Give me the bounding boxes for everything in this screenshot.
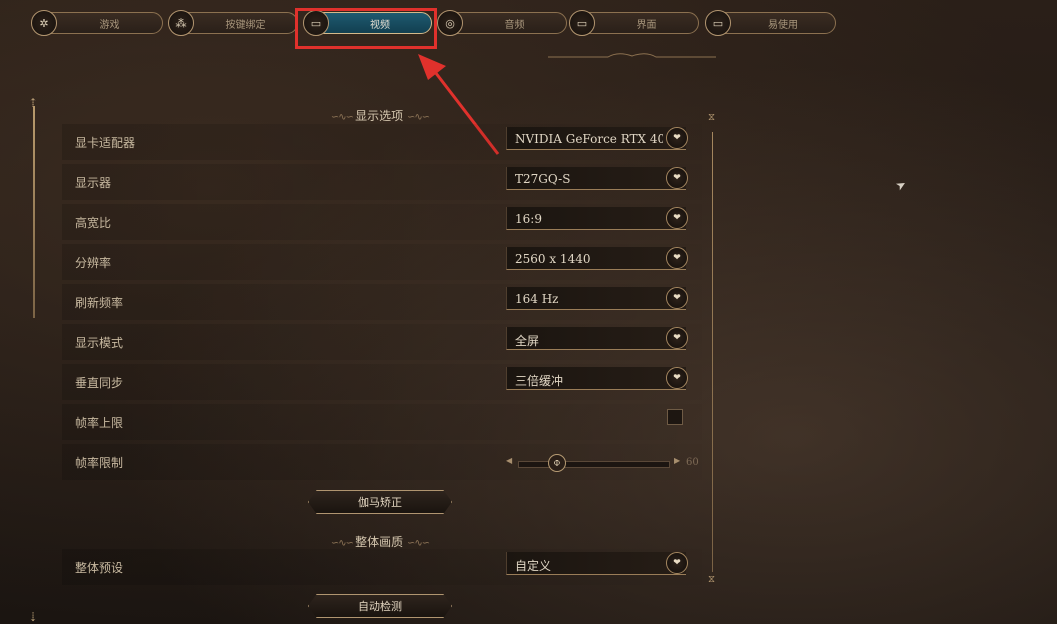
slider-thumb[interactable]: Ф (547, 454, 566, 472)
setting-label: 显示器 (75, 176, 112, 190)
chevron-down-icon[interactable]: ❤ (666, 287, 688, 309)
setting-label: 整体预设 (75, 561, 124, 575)
gamma-correction-button[interactable]: 伽马矫正 (308, 490, 452, 514)
fps-limit-slider[interactable]: ◀ Ф ▶ 60 (506, 454, 699, 472)
chevron-down-icon[interactable]: ❤ (666, 327, 688, 349)
setting-label: 帧率限制 (75, 456, 124, 470)
setting-label: 帧率上限 (75, 416, 124, 430)
section-title-text: 显示选项 (355, 109, 404, 123)
setting-row-resolution: 分辨率 2560 x 1440 ❤ (62, 242, 702, 282)
setting-row-refresh: 刷新频率 164 Hz ❤ (62, 282, 702, 322)
setting-row-aspect: 高宽比 16:9 ❤ (62, 202, 702, 242)
tab-accessibility[interactable]: ▭ 易使用 (705, 10, 836, 36)
setting-row-display-mode: 显示模式 全屏 ❤ (62, 322, 702, 362)
chevron-down-icon[interactable]: ❤ (666, 552, 688, 574)
preset-dropdown[interactable]: 自定义 ❤ (506, 552, 688, 575)
refresh-rate-dropdown[interactable]: 164 Hz ❤ (506, 287, 688, 310)
dropdown-value: 全屏 (515, 334, 540, 348)
dropdown-value: 自定义 (515, 559, 552, 573)
dropdown-value: 2560 x 1440 (515, 252, 591, 266)
tab-keybindings[interactable]: ⁂ 按键绑定 (168, 10, 298, 36)
dropdown-value: 16:9 (515, 212, 542, 226)
setting-label: 刷新频率 (75, 296, 124, 310)
vsync-dropdown[interactable]: 三倍缓冲 ❤ (506, 367, 688, 390)
tab-game[interactable]: ✲ 游戏 (31, 10, 163, 36)
dropdown-value: T27GQ-S (515, 172, 571, 186)
slider-right-arrow-icon[interactable]: ▶ (674, 456, 680, 465)
divider-ornament-icon: ⧖ (708, 112, 716, 123)
chevron-down-icon[interactable]: ❤ (666, 207, 688, 229)
divider-ornament-icon: ⧖ (708, 574, 716, 585)
highlight-box (295, 8, 437, 49)
accessibility-icon: ▭ (705, 10, 731, 36)
interface-icon: ▭ (569, 10, 595, 36)
slider-track[interactable] (518, 461, 670, 468)
scroll-down-icon[interactable]: ⇣ (28, 610, 38, 624)
chevron-down-icon[interactable]: ❤ (666, 127, 688, 149)
setting-row-monitor: 显示器 T27GQ-S ❤ (62, 162, 702, 202)
display-mode-dropdown[interactable]: 全屏 ❤ (506, 327, 688, 350)
chevron-down-icon[interactable]: ❤ (666, 247, 688, 269)
scrollbar-track (33, 106, 35, 318)
chevron-down-icon[interactable]: ❤ (666, 367, 688, 389)
gear-icon: ✲ (31, 10, 57, 36)
resolution-dropdown[interactable]: 2560 x 1440 ❤ (506, 247, 688, 270)
tab-interface[interactable]: ▭ 界面 (569, 10, 699, 36)
row-background (62, 404, 702, 440)
fps-cap-checkbox[interactable] (667, 409, 683, 425)
aspect-ratio-dropdown[interactable]: 16:9 ❤ (506, 207, 688, 230)
setting-row-fps-limit: 帧率限制 ◀ Ф ▶ 60 (62, 442, 702, 482)
chevron-down-icon[interactable]: ❤ (666, 167, 688, 189)
dropdown-value: NVIDIA GeForce RTX 4070 (515, 132, 663, 146)
gpu-dropdown[interactable]: NVIDIA GeForce RTX 4070 ❤ (506, 127, 688, 150)
setting-label: 分辨率 (75, 256, 112, 270)
dropdown-value: 164 Hz (515, 292, 559, 306)
setting-label: 高宽比 (75, 216, 112, 230)
setting-label: 垂直同步 (75, 376, 124, 390)
tab-audio[interactable]: ◎ 音频 (437, 10, 567, 36)
setting-row-vsync: 垂直同步 三倍缓冲 ❤ (62, 362, 702, 402)
slider-value: 60 (686, 457, 699, 468)
setting-row-fps-cap: 帧率上限 (62, 402, 702, 442)
monitor-dropdown[interactable]: T27GQ-S ❤ (506, 167, 688, 190)
audio-icon: ◎ (437, 10, 463, 36)
setting-label: 显示模式 (75, 336, 124, 350)
auto-detect-button[interactable]: 自动检测 (308, 594, 452, 618)
divider-line (712, 132, 713, 572)
setting-label: 显卡适配器 (75, 136, 136, 150)
mouse-cursor-icon: ➤ (893, 176, 909, 194)
setting-row-gpu: 显卡适配器 NVIDIA GeForce RTX 4070 ❤ (62, 122, 702, 162)
setting-row-preset: 整体预设 自定义 ❤ (62, 547, 702, 587)
keybind-icon: ⁂ (168, 10, 194, 36)
dropdown-value: 三倍缓冲 (515, 374, 564, 388)
tab-underline-flourish (548, 53, 716, 58)
scrollbar[interactable]: ⇡ (28, 96, 38, 318)
panel-divider: ⧖ ⧖ (708, 112, 718, 592)
slider-left-arrow-icon[interactable]: ◀ (506, 456, 512, 465)
